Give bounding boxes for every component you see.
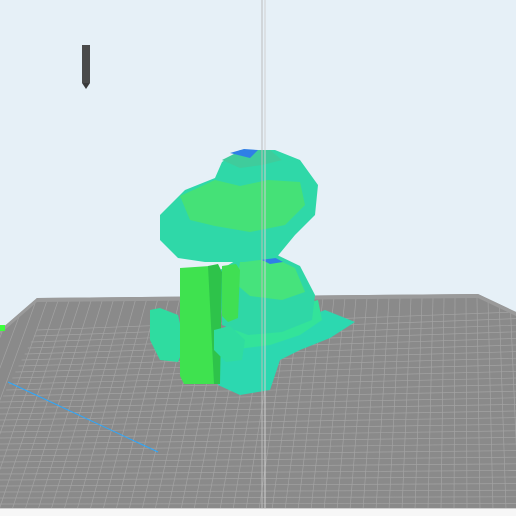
support-pillar-small	[222, 264, 240, 322]
y-axis-marker	[0, 325, 5, 331]
camera-marker-body	[82, 45, 90, 83]
status-bar	[0, 508, 516, 516]
3d-viewport[interactable]	[0, 0, 516, 516]
camera-marker-icon[interactable]	[82, 45, 90, 89]
viewport-canvas[interactable]	[0, 0, 516, 516]
